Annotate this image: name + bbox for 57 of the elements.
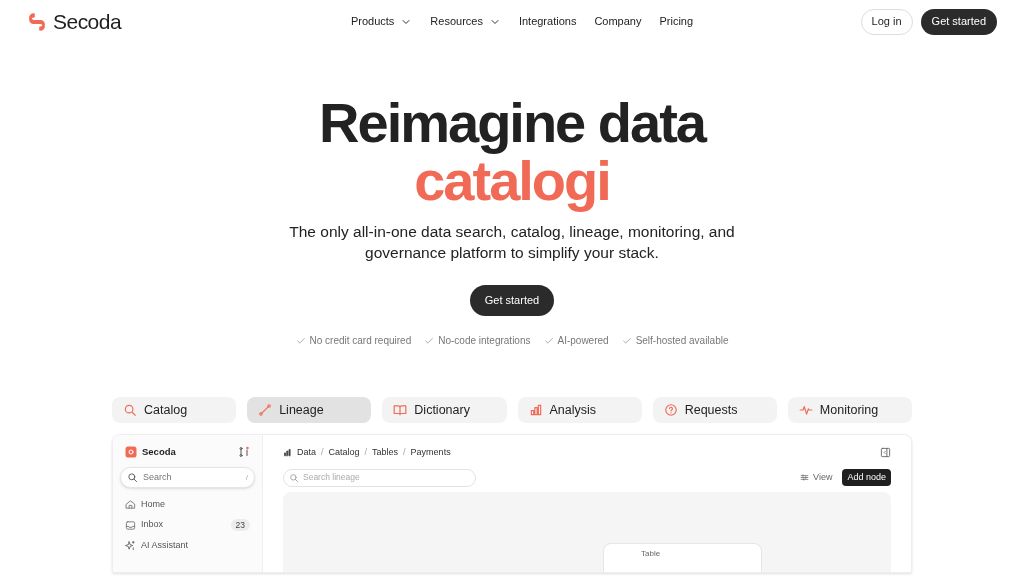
breadcrumb-link[interactable]: Catalog xyxy=(328,446,360,460)
check-icon xyxy=(295,335,306,346)
sidebar-item[interactable]: AI Assistant xyxy=(120,535,255,556)
question-icon xyxy=(663,403,678,417)
book-icon xyxy=(393,403,408,417)
breadcrumb-link[interactable]: Tables xyxy=(372,446,399,460)
shortcut-key: / xyxy=(245,471,248,484)
get-started-button[interactable]: Get started xyxy=(920,8,997,35)
check-icon xyxy=(424,335,435,346)
nav-link[interactable]: Products xyxy=(350,13,413,30)
breadcrumb-separator: / xyxy=(403,446,406,459)
breadcrumb-link[interactable]: Data xyxy=(297,446,316,460)
search-icon xyxy=(123,403,137,417)
tab[interactable]: Analysis xyxy=(517,397,642,423)
get-started-button[interactable]: Get started xyxy=(469,285,555,316)
view-button[interactable]: View xyxy=(800,470,833,485)
tab[interactable]: Catalog xyxy=(112,397,237,423)
nav-link[interactable]: Integrations xyxy=(518,13,577,30)
feature-text: No credit card required xyxy=(309,334,412,348)
search-field[interactable]: Search / xyxy=(120,467,255,489)
bar-chart-icon xyxy=(283,448,292,458)
sidebar-item[interactable]: Inbox 23 xyxy=(120,514,255,536)
feature-text: Self-hosted available xyxy=(635,334,729,348)
check-icon xyxy=(621,335,632,346)
home-icon xyxy=(125,499,136,510)
nav-link[interactable]: Company xyxy=(594,13,642,30)
breadcrumb-link[interactable]: Payments xyxy=(410,446,451,460)
workspace-logo-icon xyxy=(125,446,137,459)
sparkle-icon xyxy=(125,540,136,551)
tab[interactable]: Requests xyxy=(652,397,777,423)
sidebar-item[interactable]: Home xyxy=(120,494,255,515)
breadcrumb-separator: / xyxy=(364,446,368,459)
inbox-icon xyxy=(125,519,136,531)
search-icon xyxy=(127,472,138,484)
nav-link[interactable]: Resources xyxy=(430,13,501,30)
bar-chart-icon xyxy=(528,403,543,417)
panel-toggle-icon xyxy=(880,447,891,459)
line-icon xyxy=(258,403,273,417)
feature-text: No-code integrations xyxy=(438,334,531,348)
search-icon xyxy=(289,472,299,483)
nav-link[interactable]: Pricing xyxy=(659,13,694,30)
tab[interactable]: Dictionary xyxy=(382,397,507,423)
hero-subtitle: The only all-in-one data search, catalog, lineage, monitoring, and governance platform to simplify your stack. xyxy=(288,222,736,263)
logo-text[interactable]: Secoda xyxy=(53,5,122,38)
pulse-icon xyxy=(798,403,813,417)
logo-icon xyxy=(27,11,47,32)
feature-text: AI-powered xyxy=(557,334,609,348)
count-badge: 23 xyxy=(230,518,250,532)
hero-title: Reimagine data xyxy=(319,93,705,153)
add-node-button[interactable]: Add node xyxy=(842,469,891,486)
tab[interactable]: Lineage xyxy=(247,397,372,423)
workspace-name: Secoda xyxy=(142,445,177,459)
node-type-label: Table xyxy=(641,548,662,559)
breadcrumb-separator: / xyxy=(321,446,324,459)
sliders-icon xyxy=(800,473,810,482)
tab[interactable]: Monitoring xyxy=(787,397,913,423)
check-icon xyxy=(543,335,554,346)
